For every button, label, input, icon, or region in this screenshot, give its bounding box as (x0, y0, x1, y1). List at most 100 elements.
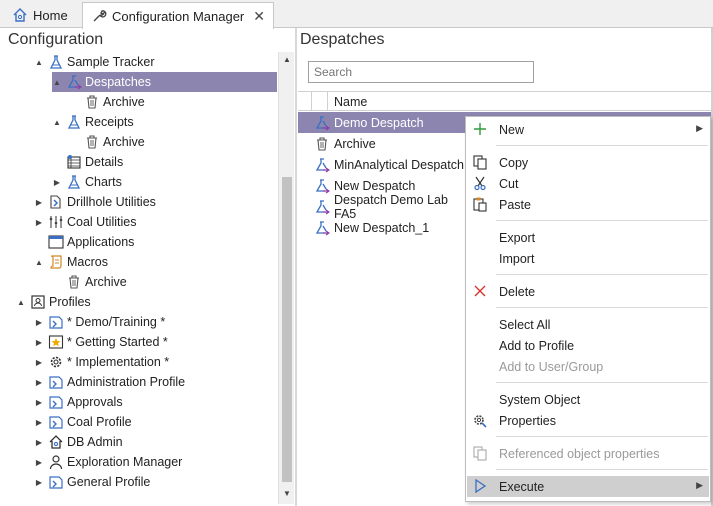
collapse-arrow-icon[interactable]: ▲ (16, 298, 26, 307)
expand-arrow-icon[interactable]: ▶ (34, 438, 44, 447)
tab-configuration-manager-label: Configuration Manager (112, 8, 245, 24)
expand-arrow-icon[interactable]: ▶ (34, 378, 44, 387)
trash-icon (84, 134, 100, 150)
tree-item[interactable]: Archive (0, 272, 278, 292)
tree-item[interactable]: Archive (0, 92, 278, 112)
tree-item[interactable]: ▲ Macros (0, 252, 278, 272)
tree-item[interactable]: ▶ DB Admin (0, 432, 278, 452)
despatch-icon (314, 157, 330, 173)
list-item[interactable]: New Despatch_1 (298, 217, 466, 238)
menu-item-label: Select All (499, 318, 551, 332)
menu-item-new[interactable]: New ▶ (467, 119, 709, 140)
collapse-arrow-icon[interactable]: ▲ (34, 58, 44, 67)
delete-x-icon (472, 283, 488, 299)
tree-item[interactable]: ▶ Approvals (0, 392, 278, 412)
menu-separator (496, 307, 708, 308)
house-user-icon (48, 434, 64, 450)
pane-splitter[interactable] (295, 28, 297, 506)
expand-arrow-icon[interactable]: ▶ (34, 318, 44, 327)
menu-item-import[interactable]: Import (467, 248, 709, 269)
expand-arrow-icon[interactable]: ▶ (34, 198, 44, 207)
tree-item[interactable]: Archive (0, 132, 278, 152)
collapse-arrow-icon[interactable]: ▲ (52, 78, 62, 87)
paste-icon (472, 196, 488, 212)
despatch-icon (66, 74, 82, 90)
tree-item[interactable]: ▶ * Getting Started * (0, 332, 278, 352)
tree-item[interactable]: ▶ * Implementation * (0, 352, 278, 372)
expand-arrow-icon[interactable]: ▶ (34, 458, 44, 467)
expand-arrow-icon[interactable]: ▶ (52, 178, 62, 187)
tree-item[interactable]: ▲ Receipts (0, 112, 278, 132)
menu-separator (496, 436, 708, 437)
expand-arrow-icon[interactable]: ▶ (34, 418, 44, 427)
drillhole-icon (48, 194, 64, 210)
tree-item-label: Charts (85, 175, 122, 189)
menu-item-execute[interactable]: Execute ▶ (467, 476, 709, 497)
tree-item-label: Despatches (85, 75, 152, 89)
tree-item-label: DB Admin (67, 435, 123, 449)
list-item[interactable]: Archive (298, 133, 466, 154)
tab-home[interactable]: Home (4, 2, 76, 28)
tree-item[interactable]: ▶ * Demo/Training * (0, 312, 278, 332)
list-item-label: Demo Despatch (334, 115, 424, 130)
configuration-tree: ▲ Sample Tracker ▲ Despatches Archive ▲ Receip… (0, 52, 278, 504)
menu-item-copy[interactable]: Copy (467, 152, 709, 173)
expand-arrow-icon[interactable]: ▶ (34, 338, 44, 347)
star-icon (48, 334, 64, 350)
menu-item-label: Execute (499, 480, 545, 494)
menu-separator (496, 220, 708, 221)
tree-item-label: Details (85, 155, 124, 169)
scissors-icon (472, 175, 488, 191)
menu-item-add-to-profile[interactable]: Add to Profile (467, 335, 709, 356)
profile-icon (48, 394, 64, 410)
expand-arrow-icon[interactable]: ▶ (34, 478, 44, 487)
tree-item-label: Administration Profile (67, 375, 186, 389)
scroll-thumb[interactable] (282, 177, 292, 482)
expand-arrow-icon[interactable]: ▶ (34, 218, 44, 227)
expand-arrow-icon[interactable]: ▶ (34, 398, 44, 407)
tree-item-label: Receipts (85, 115, 134, 129)
menu-item-cut[interactable]: Cut (467, 173, 709, 194)
tree-item-label: * Getting Started * (67, 335, 168, 349)
tree-item[interactable]: ▲ Profiles (0, 292, 278, 312)
tab-home-label: Home (33, 7, 68, 23)
scroll-down-arrow-icon[interactable]: ▼ (281, 489, 293, 501)
tree-item[interactable]: ▶ Administration Profile (0, 372, 278, 392)
menu-item-select-all[interactable]: Select All (467, 314, 709, 335)
list-item[interactable]: Despatch Demo Lab FA5 (298, 193, 466, 221)
tree-item[interactable]: ▲ Despatches (0, 72, 278, 92)
tree-item[interactable]: ▶ Coal Utilities (0, 212, 278, 232)
tree-item[interactable]: ▶ General Profile (0, 472, 278, 492)
column-header-name[interactable]: Name (334, 95, 367, 109)
menu-item-paste[interactable]: Paste (467, 194, 709, 215)
menu-separator (496, 469, 708, 470)
person-icon (48, 454, 64, 470)
search-input[interactable] (308, 61, 534, 83)
tree-item[interactable]: ▶ Charts (0, 172, 278, 192)
home-icon (12, 7, 28, 23)
tree-item-label: Archive (103, 135, 145, 149)
tree-item-label: Coal Utilities (67, 215, 137, 229)
properties-icon (472, 412, 488, 428)
tree-item[interactable]: ▲ Sample Tracker (0, 52, 278, 72)
coal-icon (48, 214, 64, 230)
collapse-arrow-icon[interactable]: ▲ (34, 258, 44, 267)
menu-item-delete[interactable]: Delete (467, 281, 709, 302)
tree-item[interactable]: Applications (0, 232, 278, 252)
expand-arrow-icon[interactable]: ▶ (34, 358, 44, 367)
despatches-title: Despatches (300, 31, 385, 48)
tree-item[interactable]: ▶ Drillhole Utilities (0, 192, 278, 212)
menu-item-properties[interactable]: Properties (467, 410, 709, 431)
grid-header-indicator (298, 92, 312, 110)
tree-item[interactable]: ▶ Coal Profile (0, 412, 278, 432)
tree-item[interactable]: ▶ Exploration Manager (0, 452, 278, 472)
menu-item-export[interactable]: Export (467, 227, 709, 248)
tree-item[interactable]: Details (0, 152, 278, 172)
list-item[interactable]: MinAnalytical Despatch (298, 154, 466, 175)
close-icon[interactable]: ✕ (253, 8, 265, 25)
scroll-up-arrow-icon[interactable]: ▲ (281, 55, 293, 67)
tree-scrollbar[interactable]: ▲ ▼ (278, 52, 294, 504)
tab-configuration-manager[interactable]: Configuration Manager ✕ (82, 2, 274, 29)
collapse-arrow-icon[interactable]: ▲ (52, 118, 62, 127)
menu-item-system-object[interactable]: System Object (467, 389, 709, 410)
